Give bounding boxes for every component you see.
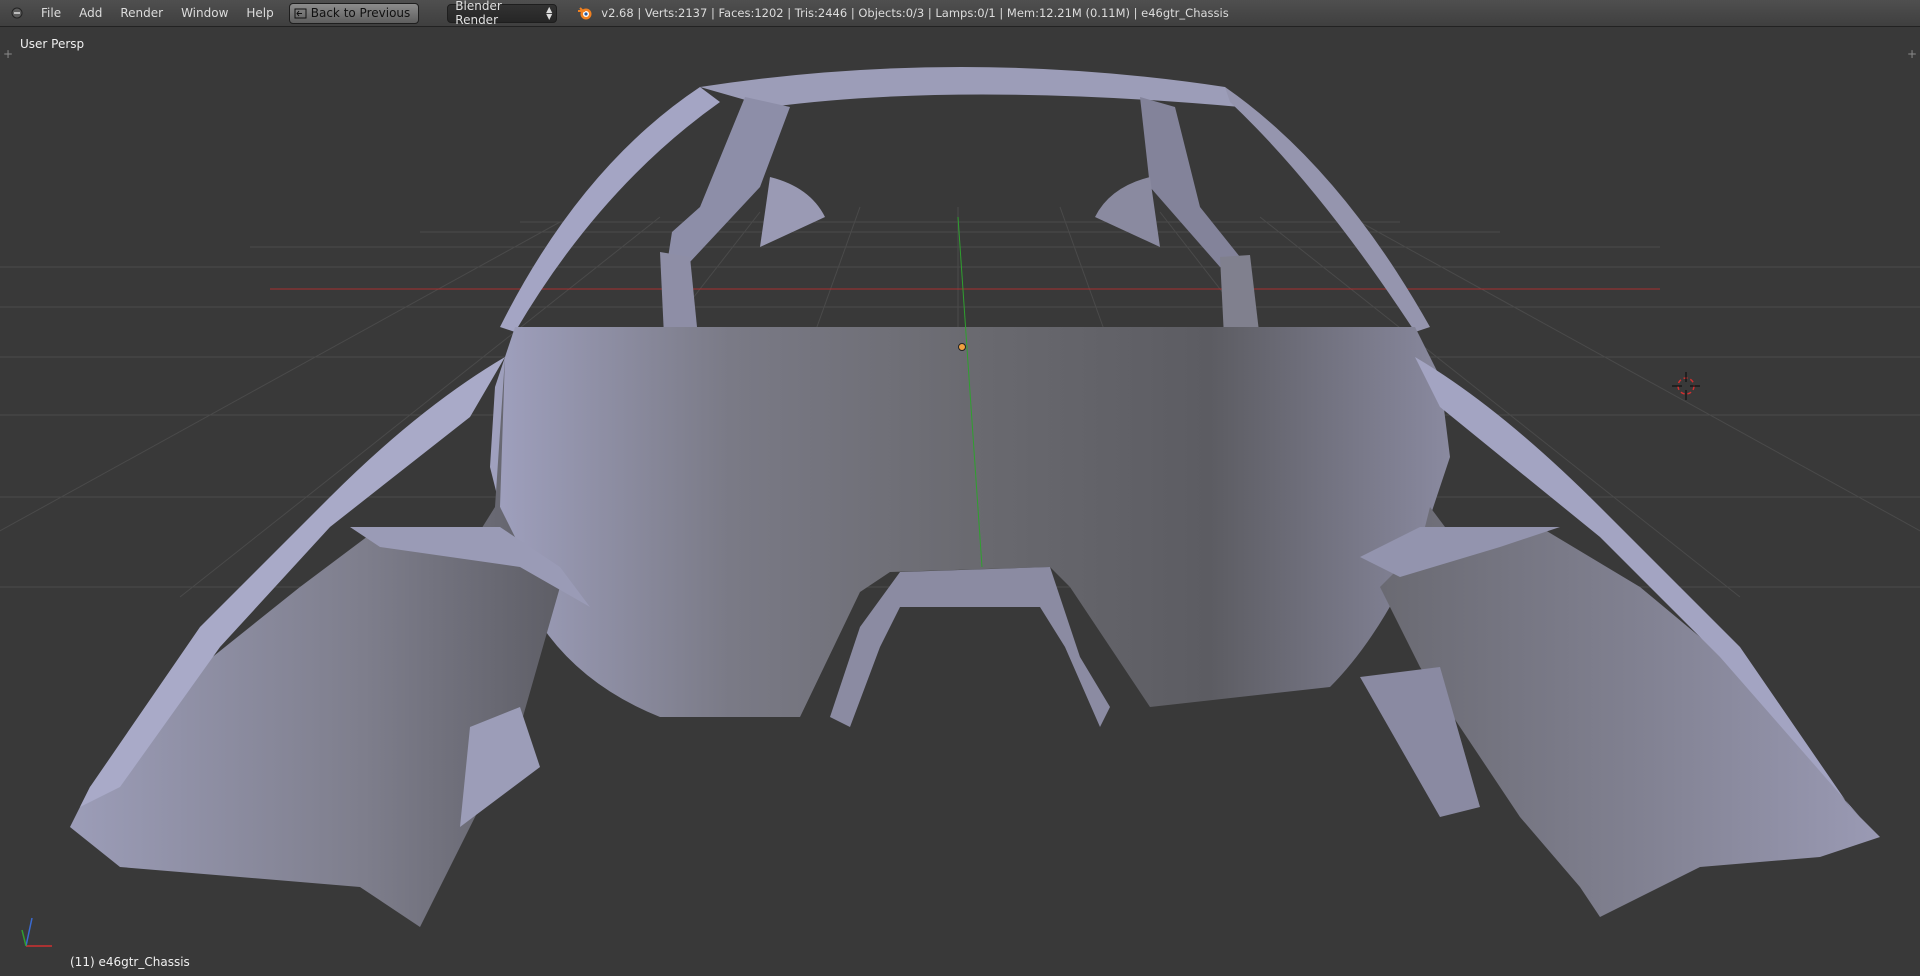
render-engine-select[interactable]: Blender Render ▲ ▼: [447, 0, 558, 27]
menu-help[interactable]: Help: [237, 0, 282, 27]
3d-viewport[interactable]: User Persp (11) e46gtr_Chassis + +: [0, 27, 1920, 976]
back-to-previous-icon: [294, 7, 307, 20]
area-split-handle-right[interactable]: +: [1907, 48, 1917, 60]
menu-add[interactable]: Add: [70, 0, 111, 27]
blender-logo-icon: [577, 5, 593, 21]
render-engine-label: Blender Render: [455, 0, 502, 27]
up-down-arrows-icon: ▲ ▼: [546, 5, 553, 21]
menu-file[interactable]: File: [32, 0, 70, 27]
menu-window[interactable]: Window: [172, 0, 237, 27]
view-name-label: User Persp: [20, 37, 85, 51]
area-toggle-icon[interactable]: [8, 4, 26, 22]
info-header: File Add Render Window Help Back to Prev…: [0, 0, 1920, 27]
object-origin-point[interactable]: [958, 343, 966, 351]
axis-gizmo-icon: [18, 914, 58, 958]
menu-render[interactable]: Render: [111, 0, 172, 27]
active-object-info: (11) e46gtr_Chassis: [70, 955, 190, 969]
back-to-previous-label: Back to Previous: [310, 6, 411, 20]
back-to-previous-button[interactable]: Back to Previous: [288, 2, 420, 24]
area-split-handle-left[interactable]: +: [3, 48, 13, 60]
3d-cursor-icon[interactable]: [1672, 372, 1700, 404]
scene-canvas[interactable]: [0, 27, 1920, 976]
scene-statistics: v2.68 | Verts:2137 | Faces:1202 | Tris:2…: [601, 6, 1229, 20]
